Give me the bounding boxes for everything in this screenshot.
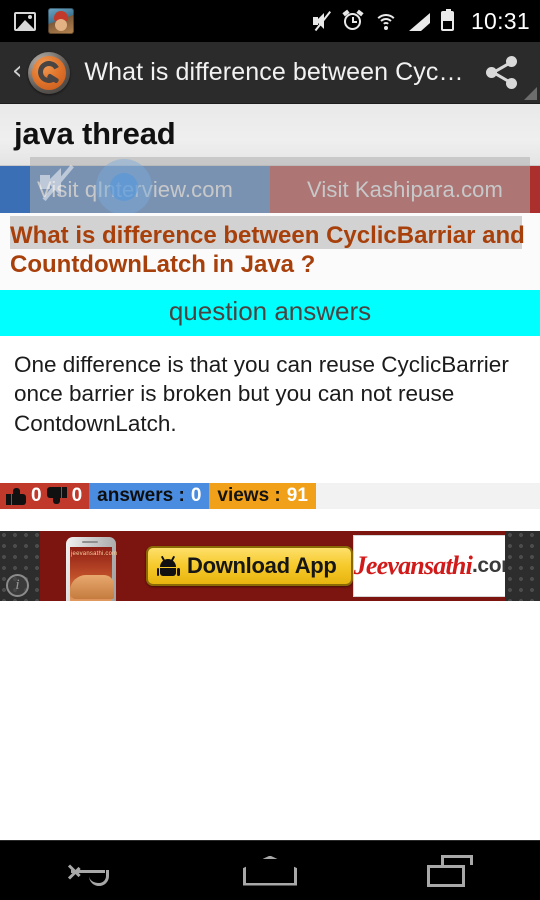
site-links-row: Visit qInterview.com Visit Kashipara.com: [0, 166, 540, 213]
question-title: What is difference between CyclicBarriar…: [0, 213, 540, 290]
webview-content[interactable]: java thread Visit qInterview.com Visit K…: [0, 104, 540, 840]
question-text: What is difference between CyclicBarriar…: [10, 222, 525, 279]
ad-container[interactable]: i jeevansathi.com Download App Jeevansat…: [0, 530, 540, 601]
visit-qinterview-button[interactable]: Visit qInterview.com: [0, 166, 270, 213]
share-icon[interactable]: [482, 50, 528, 96]
back-nav-button[interactable]: [30, 843, 150, 899]
visit-kashipara-button[interactable]: Visit Kashipara.com: [270, 166, 540, 213]
page-title: What is difference between Cyc…: [84, 58, 464, 86]
thumbs-down-icon[interactable]: [46, 486, 67, 505]
downvote-count: 0: [71, 484, 83, 506]
back-chevron-icon[interactable]: ‹: [6, 58, 28, 88]
android-nav-bar: [0, 840, 540, 900]
status-bar-notifications: [14, 8, 74, 34]
content-heading: java thread: [0, 104, 540, 166]
home-icon: [243, 855, 297, 886]
ad-brand-tld: .com: [472, 553, 505, 577]
battery-icon: [440, 9, 454, 31]
recents-nav-button[interactable]: [390, 843, 510, 899]
answers-stat: answers : 0: [89, 482, 210, 509]
ad-banner[interactable]: jeevansathi.com Download App Jeevansathi…: [40, 530, 505, 601]
recents-icon: [427, 854, 473, 887]
views-label: views :: [217, 484, 281, 506]
ad-brand-name: Jeevansathi: [353, 550, 473, 580]
download-app-label: Download App: [187, 552, 337, 578]
ad-brand-logo[interactable]: Jeevansathi.com: [352, 534, 505, 597]
stats-filler: [315, 482, 540, 509]
views-stat: views : 91: [209, 482, 316, 509]
download-app-button[interactable]: Download App: [146, 545, 353, 586]
mute-icon: [312, 11, 332, 32]
alarm-icon: [342, 9, 364, 31]
ad-info-icon[interactable]: i: [6, 573, 29, 597]
app-notification-icon: [48, 8, 74, 34]
android-icon: [156, 555, 180, 576]
ad-phone-screen-text: jeevansathi.com: [71, 550, 118, 557]
upvote-count: 0: [31, 484, 42, 506]
ad-phone-image: jeevansathi.com: [62, 533, 120, 601]
home-nav-button[interactable]: [210, 843, 330, 899]
status-bar: 10:31: [0, 0, 540, 42]
app-logo-icon[interactable]: [28, 51, 71, 94]
answers-label: answers :: [97, 484, 185, 506]
stats-row: 0 0 answers : 0 views : 91: [0, 482, 540, 509]
back-arrow-icon: [67, 856, 113, 886]
action-bar: ‹ What is difference between Cyc…: [0, 42, 540, 104]
phone-screen: 10:31 ‹ What is difference between Cyc… …: [0, 0, 540, 900]
gallery-icon: [14, 11, 36, 31]
status-bar-clock: 10:31: [470, 7, 530, 34]
overflow-indicator-icon: [524, 87, 537, 100]
status-bar-system-icons: 10:31: [312, 8, 530, 35]
signal-icon: [408, 12, 430, 31]
vote-stats[interactable]: 0 0: [0, 482, 90, 509]
wifi-icon: [373, 12, 398, 31]
thumbs-up-icon[interactable]: [6, 487, 26, 505]
views-count: 91: [286, 484, 308, 506]
answer-text: One difference is that you can reuse Cyc…: [14, 351, 509, 436]
question-answers-band: question answers: [0, 289, 540, 336]
answers-count: 0: [190, 484, 202, 506]
